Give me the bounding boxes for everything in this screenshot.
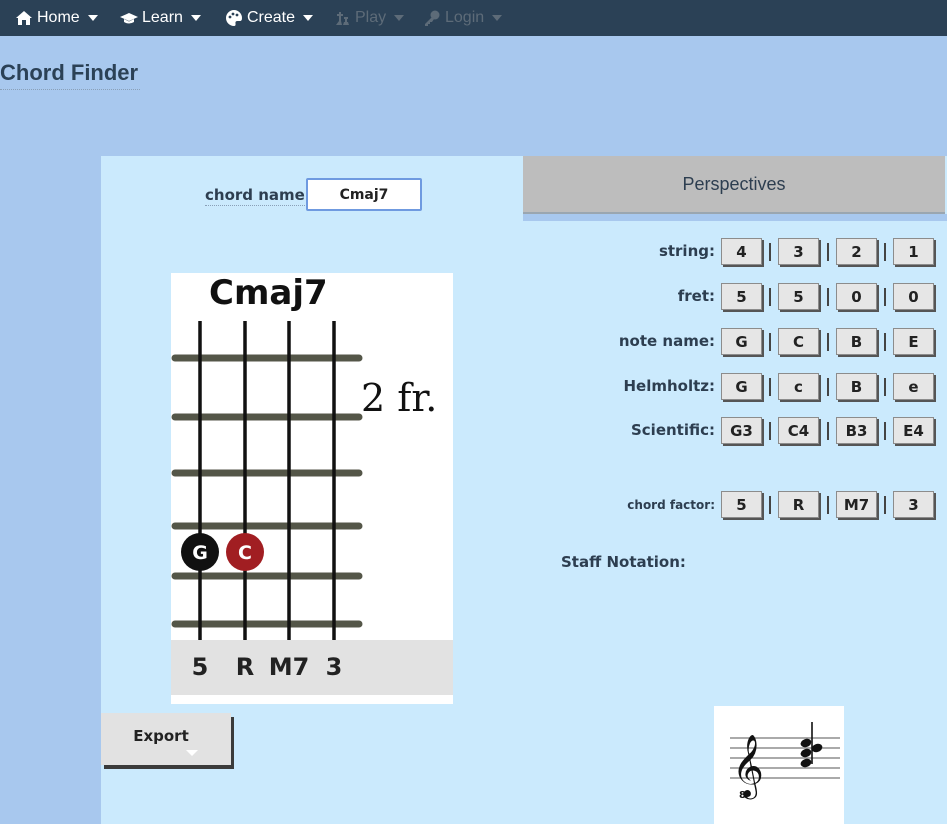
perspectives-divider <box>523 214 947 221</box>
perspective-cell[interactable]: 2 <box>836 238 877 265</box>
chord-notes <box>800 722 823 768</box>
perspective-cell[interactable]: E4 <box>893 417 934 444</box>
cell-separator <box>884 243 886 261</box>
finger-dot: C <box>226 533 264 571</box>
cell-separator <box>769 288 771 306</box>
perspective-cell[interactable]: 4 <box>721 238 762 265</box>
svg-text:G: G <box>192 542 208 564</box>
staff-notation: 𝄞 8 <box>714 706 844 824</box>
cell-separator <box>769 496 771 514</box>
perspective-cell[interactable]: e <box>893 373 934 400</box>
finger-dot: G <box>181 533 219 571</box>
cell-separator <box>884 378 886 396</box>
nav-learn[interactable]: Learn <box>120 0 201 36</box>
perspective-cell[interactable]: c <box>778 373 819 400</box>
perspective-cell[interactable]: B <box>836 373 877 400</box>
perspective-cell[interactable]: 0 <box>893 283 934 310</box>
perspective-cell[interactable]: 1 <box>893 238 934 265</box>
chevron-down-icon <box>394 15 405 21</box>
perspective-cell[interactable]: G3 <box>721 417 762 444</box>
nav-login-label: Login <box>445 9 485 26</box>
perspective-cell[interactable]: B <box>836 328 877 355</box>
chevron-down-icon <box>186 750 198 756</box>
cell-separator <box>884 288 886 306</box>
chevron-down-icon <box>303 15 314 21</box>
cell-separator <box>827 243 829 261</box>
cell-separator <box>769 378 771 396</box>
svg-text:C: C <box>238 542 252 564</box>
graduation-cap-icon <box>120 13 138 24</box>
chord-diagram: Cmaj7 2 fr. GC 5 R M7 3 <box>171 273 453 704</box>
chord-factor-label: 3 <box>325 653 343 681</box>
cell-separator <box>827 333 829 351</box>
cell-separator <box>769 243 771 261</box>
perspective-cell[interactable]: B3 <box>836 417 877 444</box>
cell-separator <box>827 496 829 514</box>
treble-clef-icon: 𝄞 <box>732 734 764 800</box>
export-button-label: Export <box>133 727 189 745</box>
chord-factor-bar: 5 R M7 3 <box>171 640 453 695</box>
nav-play[interactable]: Play <box>333 0 405 36</box>
cell-separator <box>884 496 886 514</box>
page-title: Chord Finder <box>0 60 141 90</box>
chord-name-input[interactable] <box>306 178 422 211</box>
perspective-cell[interactable]: C4 <box>778 417 819 444</box>
perspectives-title: Perspectives <box>682 173 786 194</box>
octave-8-mark: 8 <box>739 790 746 801</box>
cell-separator <box>827 422 829 440</box>
export-button[interactable]: Export <box>101 713 231 765</box>
nav-create[interactable]: Create <box>225 0 314 36</box>
perspective-cell[interactable]: C <box>778 328 819 355</box>
cell-separator <box>769 333 771 351</box>
home-icon <box>16 11 32 25</box>
nav-create-label: Create <box>247 9 296 26</box>
perspective-row-label: string: <box>658 242 715 260</box>
perspective-cell[interactable]: R <box>778 491 819 518</box>
perspective-cell[interactable]: M7 <box>836 491 877 518</box>
chevron-down-icon <box>492 15 503 21</box>
chord-name-label: chord name: <box>205 186 311 206</box>
cell-separator <box>827 288 829 306</box>
perspective-cell[interactable]: 5 <box>721 283 762 310</box>
staff-notation-label: Staff Notation: <box>561 553 686 571</box>
perspective-cell[interactable]: G <box>721 328 762 355</box>
chess-icon <box>336 12 349 25</box>
nav-login[interactable]: Login <box>423 0 503 36</box>
nav-play-label: Play <box>355 9 387 26</box>
cell-separator <box>769 422 771 440</box>
perspective-cell[interactable]: 5 <box>778 283 819 310</box>
perspective-row-label: Helmholtz: <box>623 377 715 395</box>
perspective-cell[interactable]: 3 <box>893 491 934 518</box>
cell-separator <box>884 333 886 351</box>
nav-learn-label: Learn <box>142 9 183 26</box>
perspective-row-label: fret: <box>677 287 715 305</box>
perspective-cell[interactable]: 5 <box>721 491 762 518</box>
nav-home-label: Home <box>37 9 80 26</box>
perspectives-header[interactable]: Perspectives <box>523 156 945 214</box>
key-icon <box>425 10 440 26</box>
top-navbar: Home Learn Create Play Login <box>0 0 947 36</box>
perspective-row-label: chord factor: <box>627 498 715 512</box>
perspective-cell[interactable]: G <box>721 373 762 400</box>
palette-icon <box>226 10 242 26</box>
cell-separator <box>827 378 829 396</box>
chevron-down-icon <box>87 15 98 21</box>
perspective-cell[interactable]: 0 <box>836 283 877 310</box>
chord-factor-label: M7 <box>268 653 310 681</box>
perspective-row-label: Scientific: <box>630 421 715 439</box>
perspective-cell[interactable]: 3 <box>778 238 819 265</box>
chord-factor-label: 5 <box>191 653 209 681</box>
chevron-down-icon <box>190 15 201 21</box>
perspective-cell[interactable]: E <box>893 328 934 355</box>
perspective-row-label: note name: <box>618 332 715 350</box>
chord-factor-label: R <box>235 653 255 681</box>
nav-home[interactable]: Home <box>15 0 98 36</box>
cell-separator <box>884 422 886 440</box>
